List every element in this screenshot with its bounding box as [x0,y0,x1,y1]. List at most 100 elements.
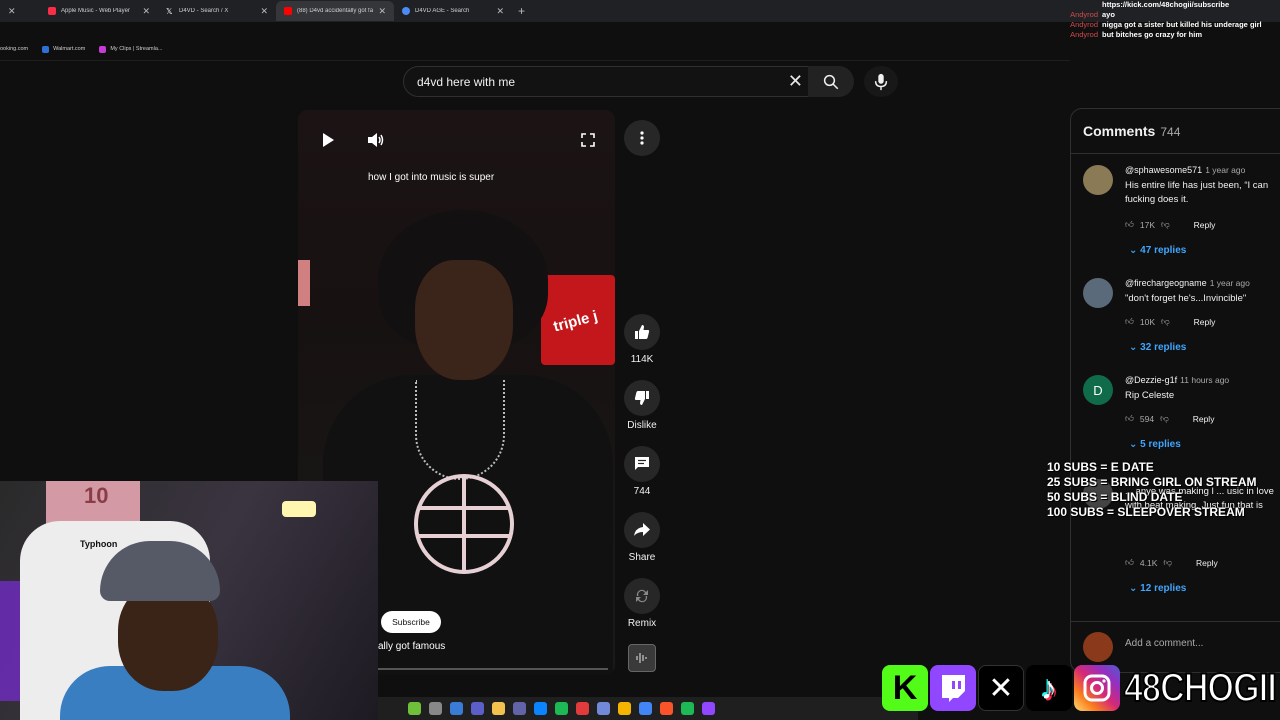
twitch-icon [930,665,976,711]
search-icon [402,7,410,15]
tab-x-search[interactable]: 𝕏 D4VD - Search / X ✕ [158,1,276,21]
close-icon[interactable]: ✕ [8,6,16,17]
remix-label: Remix [627,618,657,629]
share-button[interactable] [624,512,660,548]
replies-count: 32 replies [1140,342,1187,353]
audio-wave-icon [636,653,647,663]
voice-search-button[interactable] [864,66,898,97]
close-icon[interactable]: ✕ [260,6,268,17]
reply-button[interactable]: Reply [1193,414,1215,424]
tab-close-left[interactable]: ✕ [0,1,40,21]
app-icon[interactable] [597,702,610,715]
avatar[interactable] [1083,165,1113,195]
subscribe-button[interactable]: Subscribe [381,611,441,633]
clips-icon [99,45,107,53]
comment-time: 1 year ago [1205,165,1246,175]
more-options-button[interactable] [624,120,660,156]
app-icon[interactable] [534,702,547,715]
dislike-button[interactable] [624,380,660,416]
comments-button[interactable] [624,446,660,482]
remix-button[interactable] [624,578,660,614]
app-icon[interactable] [492,702,505,715]
kick-icon: K [882,665,928,711]
new-tab-button[interactable]: + [518,4,525,18]
comment-actions: 👍︎ 4.1K 👎︎ Reply [1125,557,1218,568]
comment-author[interactable]: @Dezzie-g1f 11 hours ago [1125,375,1229,385]
comments-count: 744 [1160,125,1181,139]
walmart-icon [42,45,50,53]
thumbs-down-icon[interactable]: 👎︎ [1161,219,1170,230]
chat-username: Andyrod [1070,20,1098,29]
app-icon[interactable] [513,702,526,715]
bookmark-my-clips[interactable]: My Clips | Streamla... [99,45,163,53]
reply-button[interactable]: Reply [1196,558,1218,568]
thumbs-down-icon[interactable]: 👎︎ [1163,557,1172,568]
close-icon[interactable]: ✕ [142,6,150,17]
comments-title: Comments [1083,123,1156,139]
bookmark-booking[interactable]: ooking.com [0,46,28,52]
comment-actions: 👍︎ 10K 👎︎ Reply [1125,316,1215,327]
tab-title: (88) D4vd accidentally got famo [297,8,374,14]
app-icon[interactable] [702,702,715,715]
goal-line: 50 SUBS = BLIND DATE [1047,490,1183,504]
thumbs-up-icon[interactable]: 👍︎ [1125,316,1134,327]
view-replies-button[interactable]: ⌄ 5 replies [1129,439,1181,450]
comment-author[interactable]: @sphawesome571 1 year ago [1125,165,1245,175]
app-icon[interactable] [408,702,421,715]
thumbs-down-icon[interactable]: 👎︎ [1160,413,1169,424]
comment-count: 744 [633,486,651,497]
app-icon[interactable] [681,702,694,715]
reply-button[interactable]: Reply [1194,317,1216,327]
goal-line: 100 SUBS = SLEEPOVER STREAM [1047,505,1245,519]
tab-bing-search[interactable]: D4VD AGE - Search ✕ [394,1,512,21]
app-icon[interactable] [471,702,484,715]
app-icon[interactable] [450,702,463,715]
search-input[interactable]: d4vd here with me ✕ [403,66,812,97]
comment-author[interactable]: @firechargeogname 1 year ago [1125,278,1250,288]
thumbs-up-icon[interactable]: 👍︎ [1125,557,1134,568]
fullscreen-button[interactable] [578,130,598,150]
avatar[interactable] [1083,278,1113,308]
volume-button[interactable] [365,130,387,150]
view-replies-button[interactable]: ⌄ 32 replies [1129,342,1186,353]
shirt-globe-logo [414,474,514,574]
app-icon[interactable] [660,702,673,715]
thumbs-up-icon [635,325,650,339]
thumbs-up-icon[interactable]: 👍︎ [1125,219,1134,230]
play-button[interactable] [318,130,338,150]
avatar [1083,632,1113,662]
app-icon[interactable] [639,702,652,715]
play-icon [323,133,334,147]
tab-title: D4VD AGE - Search [415,8,470,14]
add-comment-input[interactable]: Add a comment... [1125,638,1203,649]
thumbs-down-icon [634,391,649,405]
view-replies-button[interactable]: ⌄ 47 replies [1129,245,1186,256]
close-icon[interactable]: ✕ [378,6,386,17]
like-count: 114K [630,354,654,365]
tab-title: Apple Music - Web Player [61,8,130,14]
app-icon[interactable] [429,702,442,715]
reply-button[interactable]: Reply [1194,220,1216,230]
app-icon[interactable] [618,702,631,715]
close-icon[interactable]: ✕ [496,6,504,17]
search-button[interactable] [808,66,854,97]
sound-button[interactable] [628,644,656,672]
thumbs-down-icon[interactable]: 👎︎ [1161,316,1170,327]
avatar[interactable]: D [1083,375,1113,405]
thumbs-up-icon[interactable]: 👍︎ [1125,413,1134,424]
ring-light [282,501,316,517]
more-vert-icon [640,131,644,145]
tab-apple-music[interactable]: Apple Music - Web Player ✕ [40,1,158,21]
view-replies-button[interactable]: ⌄ 12 replies [1129,583,1186,594]
app-icon[interactable] [555,702,568,715]
apple-music-icon [48,7,56,15]
video-progress-bar[interactable] [378,668,608,670]
app-icon[interactable] [576,702,589,715]
bookmark-walmart[interactable]: Walmart.com [42,45,86,53]
clear-search-icon[interactable]: ✕ [788,71,803,92]
like-button[interactable] [624,314,660,350]
bookmark-label: Walmart.com [53,46,86,52]
comment-text: His entire life has just been, “I can fu… [1125,180,1269,205]
comment-actions: 👍︎ 17K 👎︎ Reply [1125,219,1215,230]
tab-youtube[interactable]: (88) D4vd accidentally got famo ✕ [276,1,394,21]
